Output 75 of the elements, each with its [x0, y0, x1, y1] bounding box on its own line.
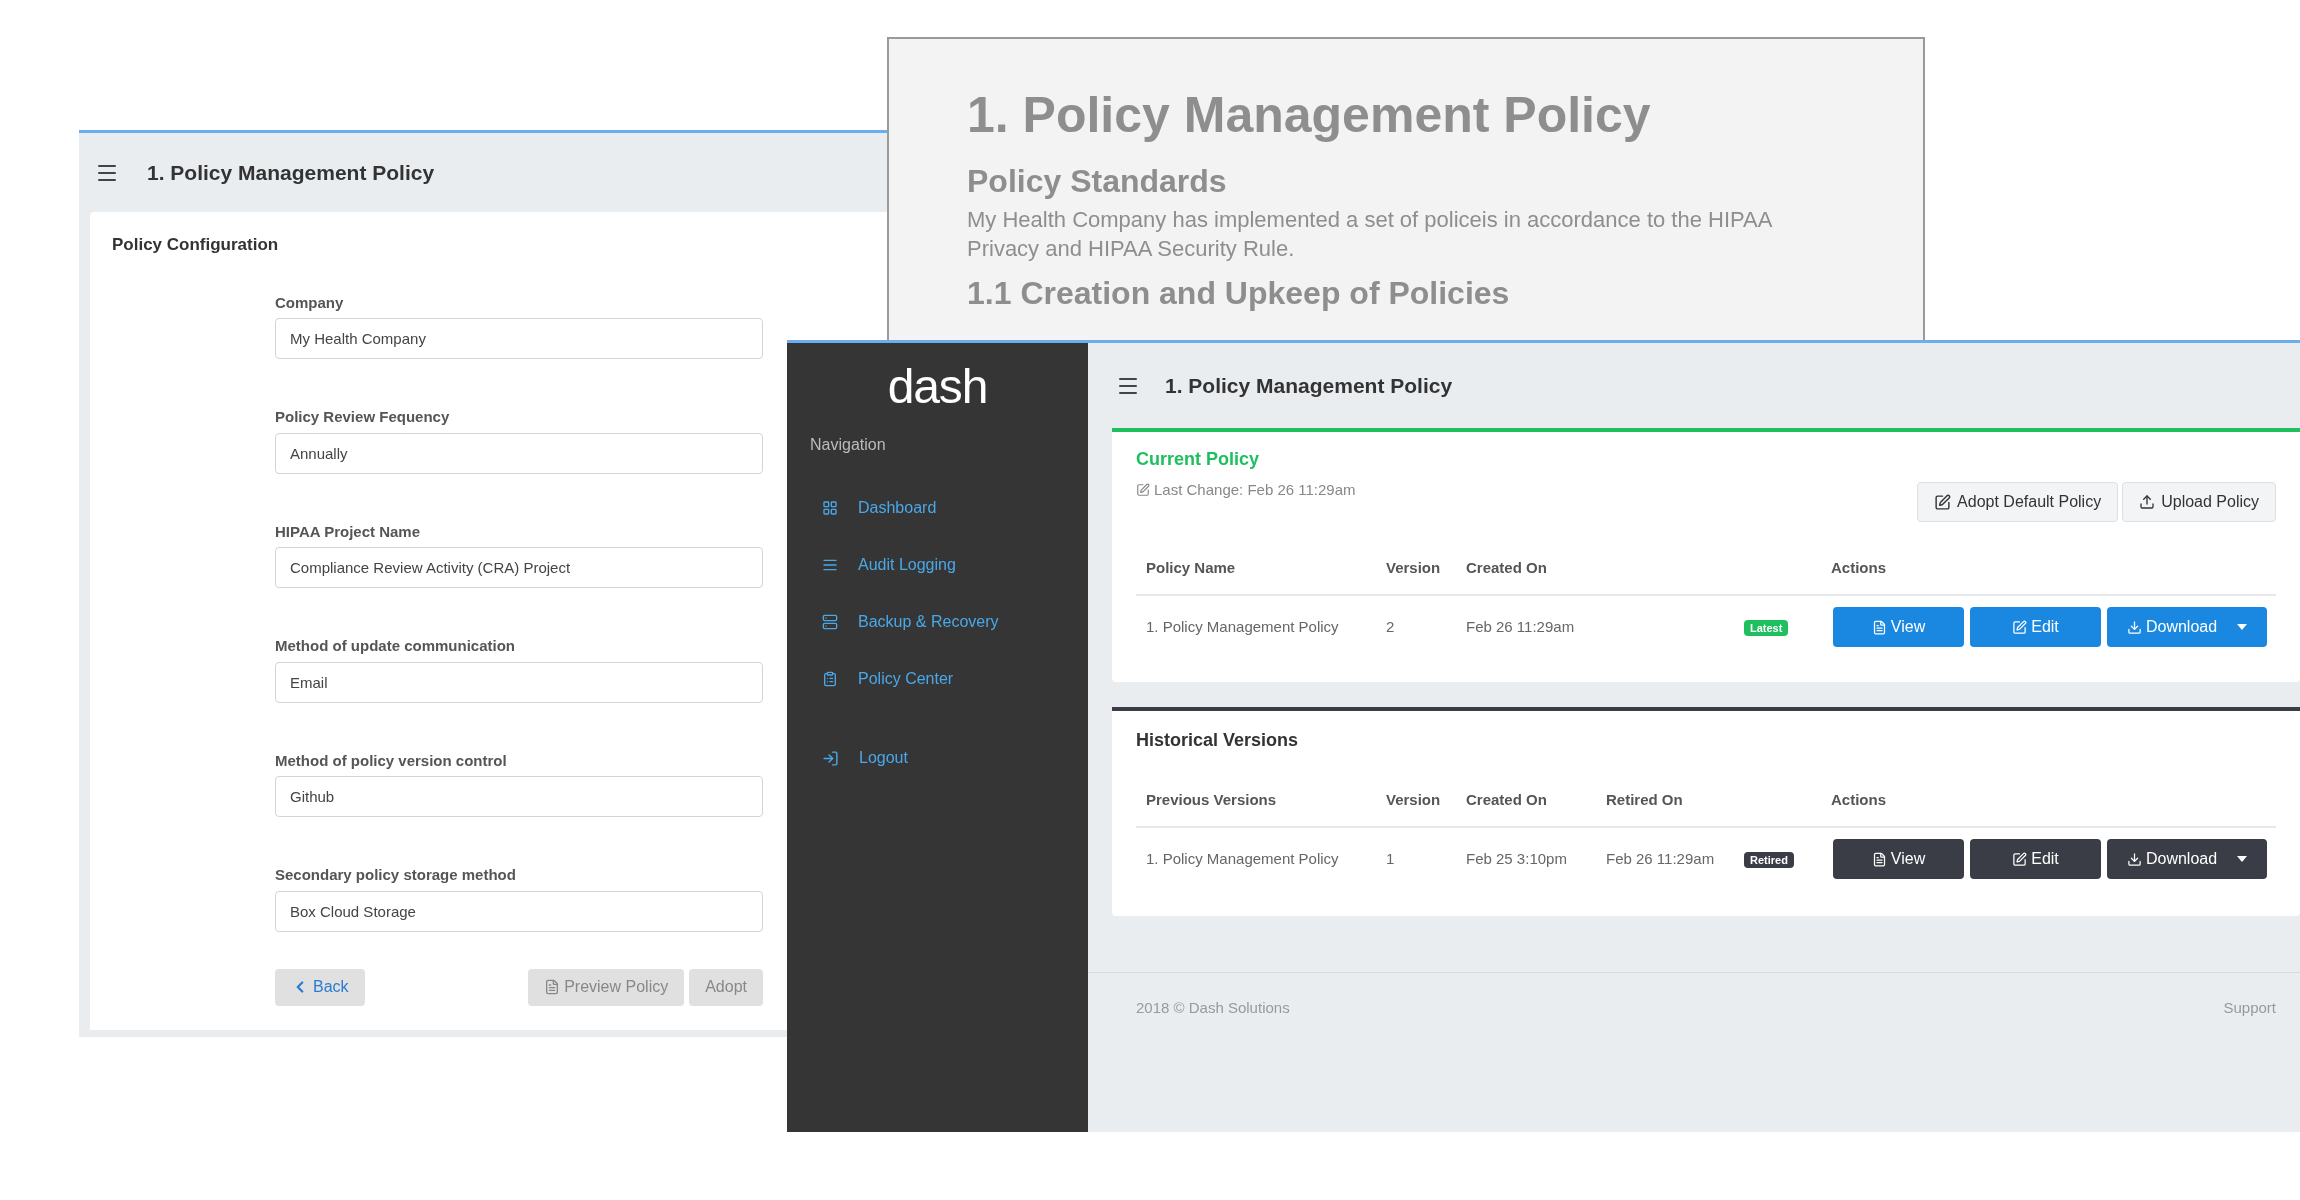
nav-item[interactable]: Backup & Recovery	[787, 596, 1088, 648]
edit-icon	[2012, 619, 2028, 635]
document-icon	[1871, 619, 1887, 635]
column-header: Created On	[1466, 558, 1547, 576]
page-title: 1. Policy Management Policy	[1165, 372, 1453, 399]
field-label: Method of update communication	[275, 636, 515, 656]
field-label: Secondary policy storage method	[275, 865, 516, 885]
copyright-text: 2018 © Dash Solutions	[1136, 998, 1290, 1018]
card-title: Current Policy	[1136, 448, 1260, 471]
nav-item[interactable]: Policy Center	[787, 653, 1088, 705]
action-button[interactable]: Download	[2107, 607, 2267, 647]
download-icon	[2126, 851, 2142, 867]
caret-icon	[2237, 624, 2248, 630]
input-field[interactable]: Box Cloud Storage	[275, 890, 763, 932]
caret-icon	[2237, 856, 2248, 862]
upload-icon	[2139, 494, 2156, 510]
input-field[interactable]: Github	[275, 776, 763, 817]
server-icon	[822, 614, 838, 630]
table-cell: 1	[1386, 849, 1395, 867]
table-cell: 1. Policy Management Policy	[1146, 849, 1339, 867]
logout-icon	[822, 749, 839, 767]
window-title: 1. Policy Management Policy	[147, 159, 435, 186]
column-header: Version	[1386, 558, 1441, 576]
status-badge: Latest	[1744, 619, 1789, 636]
column-header: Created On	[1466, 790, 1547, 808]
edit-icon	[1136, 483, 1150, 498]
column-header: Policy Name	[1146, 558, 1236, 576]
action-button[interactable]: Edit	[1970, 607, 2101, 647]
upload-button[interactable]: Upload Policy	[2122, 482, 2276, 522]
table-cell: Feb 26 11:29am	[1606, 849, 1715, 867]
document-heading: Policy Standards	[967, 161, 1228, 201]
column-header: Version	[1386, 790, 1441, 808]
logout-link[interactable]: Logout	[787, 732, 1088, 784]
document-subheading: 1.1 Creation and Upkeep of Policies	[967, 273, 1511, 313]
column-header: Previous Versions	[1146, 790, 1277, 808]
table-cell: 2	[1386, 617, 1395, 635]
field-label: HIPAA Project Name	[275, 521, 421, 542]
action-button[interactable]: Edit	[1970, 839, 2101, 879]
table-cell: Feb 26 11:29am	[1466, 617, 1575, 635]
column-header: Retired On	[1606, 790, 1683, 808]
table-cell: Feb 25 3:10pm	[1466, 849, 1567, 867]
input-field[interactable]: Compliance Review Activity (CRA) Project	[275, 547, 763, 588]
nav-item[interactable]: Dashboard	[787, 482, 1088, 534]
logo: dash	[887, 363, 988, 411]
back-button[interactable]: Back	[275, 968, 365, 1006]
input-field[interactable]: Email	[275, 661, 763, 703]
status-badge: Retired	[1744, 851, 1794, 868]
download-icon	[2126, 619, 2142, 635]
document-title: 1. Policy Management Policy	[967, 86, 1652, 145]
card-title: Historical Versions	[1136, 730, 1299, 750]
document-icon	[1871, 851, 1887, 867]
section-title: Policy Configuration	[112, 234, 279, 256]
last-change-text: Last Change: Feb 26 11:29am	[1154, 480, 1356, 500]
document-paragraph: My Health Company has implemented a set of policeis in accordance to the HIPAA Privacy and HIPAA Security Rule.	[967, 205, 1773, 263]
action-button[interactable]: View	[1833, 839, 1964, 879]
column-header: Actions	[1831, 790, 1886, 808]
column-header: Actions	[1831, 558, 1886, 576]
field-label: Company	[275, 292, 344, 313]
table-cell: 1. Policy Management Policy	[1146, 617, 1339, 635]
nav-heading: Navigation	[810, 435, 886, 455]
input-field[interactable]: My Health Company	[275, 318, 763, 359]
document-icon	[544, 979, 561, 995]
field-label: Policy Review Fequency	[275, 407, 450, 427]
adopt-default-button[interactable]: Adopt Default Policy	[1917, 482, 2119, 522]
action-button[interactable]: Download	[2107, 839, 2267, 879]
support-link[interactable]: Support	[2223, 997, 2276, 1020]
dashboard-grid-icon	[822, 500, 838, 516]
nav-item[interactable]: Audit Logging	[787, 539, 1088, 591]
edit-icon	[1934, 493, 1952, 511]
input-field[interactable]: Annually	[275, 432, 763, 474]
list-icon	[822, 557, 838, 573]
edit-icon	[2012, 851, 2028, 867]
action-button[interactable]: View	[1833, 607, 1964, 647]
field-label: Method of policy version control	[275, 750, 507, 771]
clipboard-icon	[822, 671, 838, 687]
